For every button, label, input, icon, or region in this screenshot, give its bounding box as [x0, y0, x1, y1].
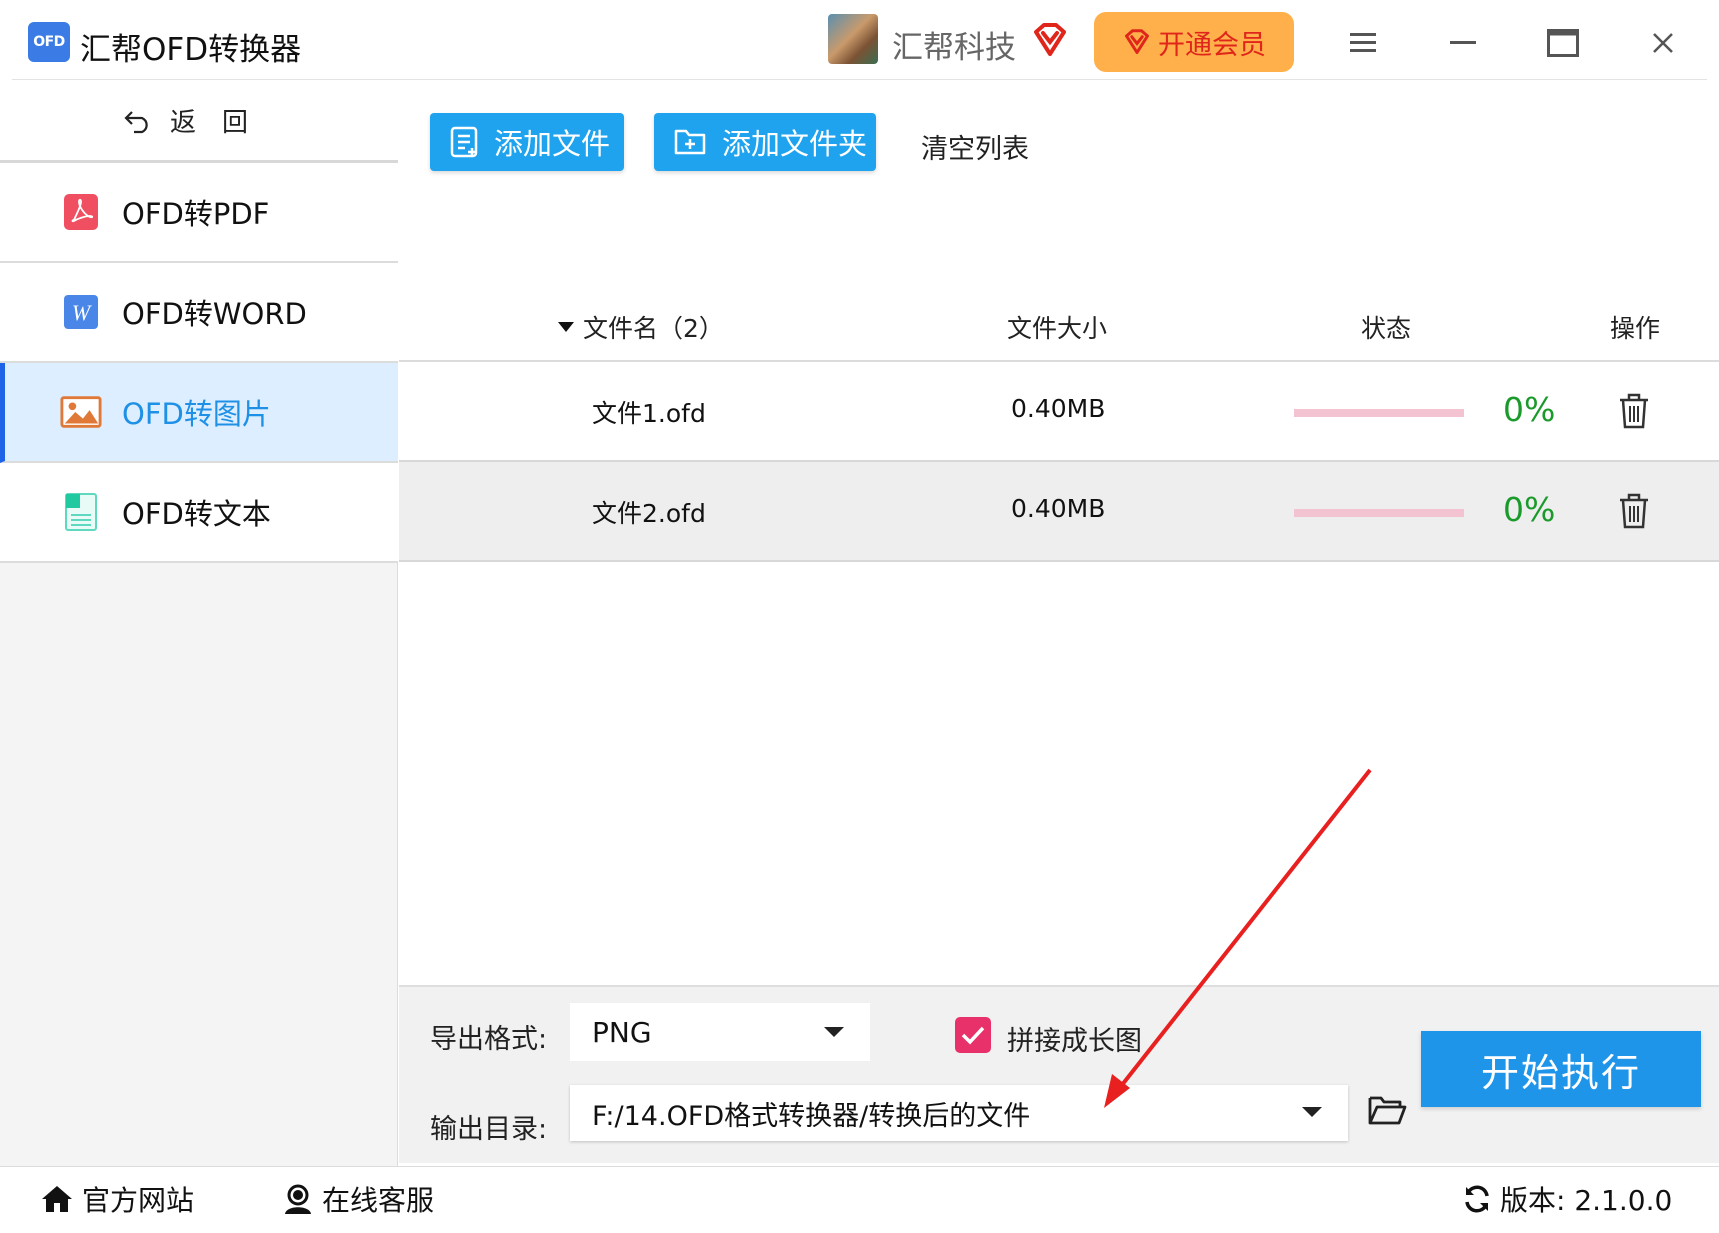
- vip-button[interactable]: 开通会员: [1094, 12, 1294, 72]
- add-file-button[interactable]: 添加文件: [430, 113, 624, 171]
- text-doc-icon: [60, 491, 102, 533]
- add-folder-label: 添加文件夹: [722, 127, 868, 161]
- sidebar-item-ofd-to-image[interactable]: OFD转图片: [0, 363, 398, 463]
- sidebar-item-label: OFD转WORD: [122, 297, 307, 331]
- column-header-size: 文件大小: [1007, 314, 1108, 343]
- output-dir-value: F:/14.OFD格式转换器/转换后的文件: [592, 1100, 1031, 1132]
- format-label: 导出格式:: [430, 1024, 548, 1055]
- open-folder-icon[interactable]: [1367, 1093, 1407, 1127]
- column-header-name[interactable]: 文件名（2）: [557, 309, 724, 345]
- menu-button[interactable]: [1338, 18, 1388, 68]
- sidebar-item-label: OFD转图片: [122, 397, 271, 431]
- add-file-label: 添加文件: [494, 127, 611, 161]
- table-header: 文件名（2） 文件大小 状态 操作: [399, 229, 1719, 362]
- chevron-down-icon: [824, 1027, 844, 1037]
- progress-bar: [1294, 509, 1464, 517]
- add-file-icon: [450, 126, 478, 158]
- checkmark-icon: [961, 1026, 985, 1045]
- sidebar-item-ofd-to-text[interactable]: OFD转文本: [0, 463, 398, 563]
- word-icon: W: [60, 291, 102, 333]
- sidebar-item-ofd-to-word[interactable]: W OFD转WORD: [0, 263, 398, 363]
- close-button[interactable]: [1638, 18, 1688, 68]
- vip-diamond-icon[interactable]: [1030, 20, 1070, 60]
- sidebar-item-ofd-to-pdf[interactable]: OFD转PDF: [0, 163, 398, 263]
- table-row: 文件2.ofd 0.40MB 0%: [399, 462, 1719, 562]
- clear-list-button[interactable]: 清空列表: [921, 127, 1029, 166]
- maximize-icon: [1547, 29, 1579, 57]
- merge-long-image-checkbox[interactable]: [955, 1017, 991, 1053]
- main-panel: 添加文件 添加文件夹 清空列表 文件名（2） 文件大小 状态 操作 文件1.of…: [399, 81, 1719, 1166]
- app-title: 汇帮OFD转换器: [80, 32, 302, 68]
- back-label: 返回: [169, 108, 274, 138]
- progress-bar: [1294, 409, 1464, 417]
- output-dir-select[interactable]: F:/14.OFD格式转换器/转换后的文件: [570, 1085, 1348, 1141]
- file-size: 0.40MB: [1011, 494, 1106, 523]
- home-icon: [42, 1186, 72, 1212]
- refresh-icon: [1465, 1185, 1489, 1213]
- app-logo: OFD: [28, 22, 70, 62]
- username[interactable]: 汇帮科技: [892, 22, 1016, 67]
- hamburger-icon: [1350, 33, 1376, 52]
- minimize-button[interactable]: [1438, 18, 1488, 68]
- column-header-action: 操作: [1610, 314, 1661, 343]
- minimize-icon: [1450, 41, 1476, 44]
- output-dir-label: 输出目录:: [430, 1114, 548, 1145]
- sidebar-item-label: OFD转PDF: [122, 197, 270, 231]
- vip-diamond-icon: [1125, 29, 1149, 54]
- add-folder-icon: [674, 129, 706, 155]
- column-header-status: 状态: [1361, 314, 1412, 343]
- image-icon: [60, 391, 102, 433]
- customer-service-icon: [285, 1184, 311, 1214]
- sidebar-item-label: OFD转文本: [122, 497, 271, 531]
- close-icon: [1653, 33, 1673, 53]
- delete-icon[interactable]: [1617, 492, 1651, 530]
- format-value: PNG: [592, 1015, 652, 1049]
- title-divider: [12, 79, 1707, 80]
- delete-icon[interactable]: [1617, 392, 1651, 430]
- online-service-link[interactable]: 在线客服: [282, 1179, 434, 1219]
- file-name: 文件2.ofd: [592, 499, 706, 528]
- svg-text:W: W: [72, 300, 92, 325]
- official-website-link[interactable]: 官方网站: [40, 1179, 194, 1219]
- merge-long-image-label[interactable]: 拼接成长图: [1007, 1019, 1142, 1058]
- maximize-button[interactable]: [1538, 18, 1588, 68]
- export-settings: 导出格式: PNG 拼接成长图 输出目录: F:/14.OFD格式转换器/转换后…: [399, 985, 1719, 1163]
- version-info: 版本: 2.1.0.0: [1462, 1179, 1672, 1219]
- file-size: 0.40MB: [1011, 394, 1106, 423]
- pdf-icon: [60, 191, 102, 233]
- back-arrow-icon: [124, 110, 148, 133]
- back-button[interactable]: 返回: [0, 81, 398, 163]
- sort-down-icon: [558, 322, 574, 332]
- progress-percent: 0%: [1503, 490, 1556, 529]
- add-folder-button[interactable]: 添加文件夹: [654, 113, 876, 171]
- title-bar: OFD 汇帮OFD转换器 汇帮科技 开通会员: [0, 0, 1719, 80]
- sidebar: 返回 OFD转PDF W OFD转WORD OFD转图片 OFD转文本: [0, 81, 398, 1166]
- file-name: 文件1.ofd: [592, 399, 706, 428]
- vip-button-label: 开通会员: [1158, 29, 1266, 61]
- format-select[interactable]: PNG: [570, 1003, 870, 1061]
- footer: 官方网站 在线客服 版本: 2.1.0.0: [0, 1166, 1719, 1233]
- start-button[interactable]: 开始执行: [1421, 1031, 1701, 1107]
- progress-percent: 0%: [1503, 390, 1556, 429]
- chevron-down-icon: [1302, 1107, 1322, 1117]
- table-row: 文件1.ofd 0.40MB 0%: [399, 362, 1719, 462]
- avatar[interactable]: [828, 14, 878, 64]
